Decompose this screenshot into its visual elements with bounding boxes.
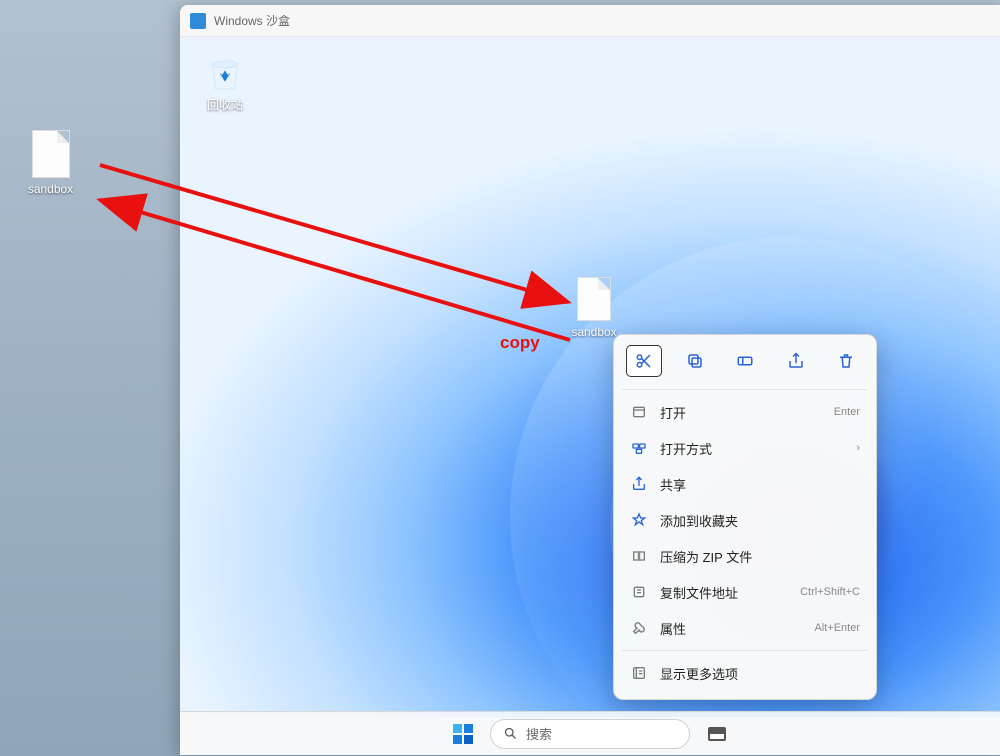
menu-item-hint: Alt+Enter bbox=[814, 622, 860, 634]
star-icon bbox=[630, 511, 648, 529]
menu-item-label: 压缩为 ZIP 文件 bbox=[660, 547, 860, 566]
search-icon bbox=[503, 726, 518, 741]
menu-item-open[interactable]: 打开 Enter bbox=[622, 394, 868, 430]
menu-item-label: 打开方式 bbox=[660, 439, 856, 458]
menu-item-copy-path[interactable]: 复制文件地址 Ctrl+Shift+C bbox=[622, 574, 868, 610]
cut-button[interactable] bbox=[626, 345, 662, 377]
menu-item-zip[interactable]: 压缩为 ZIP 文件 bbox=[622, 538, 868, 574]
share-icon bbox=[630, 475, 648, 493]
host-desktop-file[interactable]: sandbox bbox=[18, 130, 83, 196]
menu-item-favorite[interactable]: 添加到收藏夹 bbox=[622, 502, 868, 538]
rename-button[interactable] bbox=[727, 345, 763, 377]
sandbox-app-icon bbox=[190, 13, 206, 29]
copy-icon bbox=[686, 352, 704, 370]
taskbar-search[interactable]: 搜索 bbox=[490, 719, 690, 749]
menu-item-share[interactable]: 共享 bbox=[622, 466, 868, 502]
search-placeholder: 搜索 bbox=[526, 724, 552, 743]
recycle-bin[interactable]: 回收站 bbox=[195, 52, 255, 113]
menu-item-more-options[interactable]: 显示更多选项 bbox=[622, 655, 868, 691]
open-icon bbox=[630, 403, 648, 421]
menu-item-open-with[interactable]: 打开方式 › bbox=[622, 430, 868, 466]
menu-item-label: 属性 bbox=[660, 619, 814, 638]
context-menu: 打开 Enter 打开方式 › 共享 添加到收藏夹 压缩为 ZIP 文件 bbox=[613, 334, 877, 700]
menu-item-hint: Ctrl+Shift+C bbox=[800, 586, 860, 598]
sandbox-desktop[interactable]: 回收站 sandbox bbox=[180, 37, 1000, 717]
rename-icon bbox=[736, 352, 754, 370]
annotation-copy-label: copy bbox=[500, 333, 540, 353]
menu-item-label: 显示更多选项 bbox=[660, 664, 860, 683]
context-menu-iconrow bbox=[622, 343, 868, 385]
task-view-icon bbox=[708, 727, 726, 741]
zip-icon bbox=[630, 547, 648, 565]
share-button[interactable] bbox=[778, 345, 814, 377]
menu-item-hint: Enter bbox=[834, 406, 860, 418]
recycle-bin-label: 回收站 bbox=[195, 96, 255, 113]
sandbox-window: Windows 沙盒 回收站 sandbox bbox=[180, 5, 1000, 755]
copy-path-icon bbox=[630, 583, 648, 601]
menu-item-label: 打开 bbox=[660, 403, 834, 422]
copy-button[interactable] bbox=[677, 345, 713, 377]
scissors-icon bbox=[635, 352, 653, 370]
menu-item-label: 复制文件地址 bbox=[660, 583, 800, 602]
menu-item-label: 添加到收藏夹 bbox=[660, 511, 860, 530]
wrench-icon bbox=[630, 619, 648, 637]
file-icon bbox=[32, 130, 70, 178]
menu-item-label: 共享 bbox=[660, 475, 860, 494]
sandbox-desktop-file[interactable]: sandbox bbox=[564, 277, 624, 339]
recycle-bin-icon bbox=[204, 52, 246, 94]
file-label: sandbox bbox=[18, 182, 83, 196]
menu-separator bbox=[622, 650, 868, 651]
window-title: Windows 沙盒 bbox=[214, 12, 290, 29]
task-view-button[interactable] bbox=[704, 721, 730, 747]
menu-item-properties[interactable]: 属性 Alt+Enter bbox=[622, 610, 868, 646]
taskbar: 搜索 bbox=[180, 711, 1000, 755]
more-options-icon bbox=[630, 664, 648, 682]
menu-separator bbox=[622, 389, 868, 390]
start-button[interactable] bbox=[450, 721, 476, 747]
chevron-right-icon: › bbox=[856, 442, 860, 454]
trash-icon bbox=[837, 352, 855, 370]
windows-logo-icon bbox=[453, 724, 473, 744]
delete-button[interactable] bbox=[828, 345, 864, 377]
open-with-icon bbox=[630, 439, 648, 457]
file-icon bbox=[577, 277, 611, 321]
titlebar[interactable]: Windows 沙盒 bbox=[180, 5, 1000, 37]
share-icon bbox=[787, 352, 805, 370]
